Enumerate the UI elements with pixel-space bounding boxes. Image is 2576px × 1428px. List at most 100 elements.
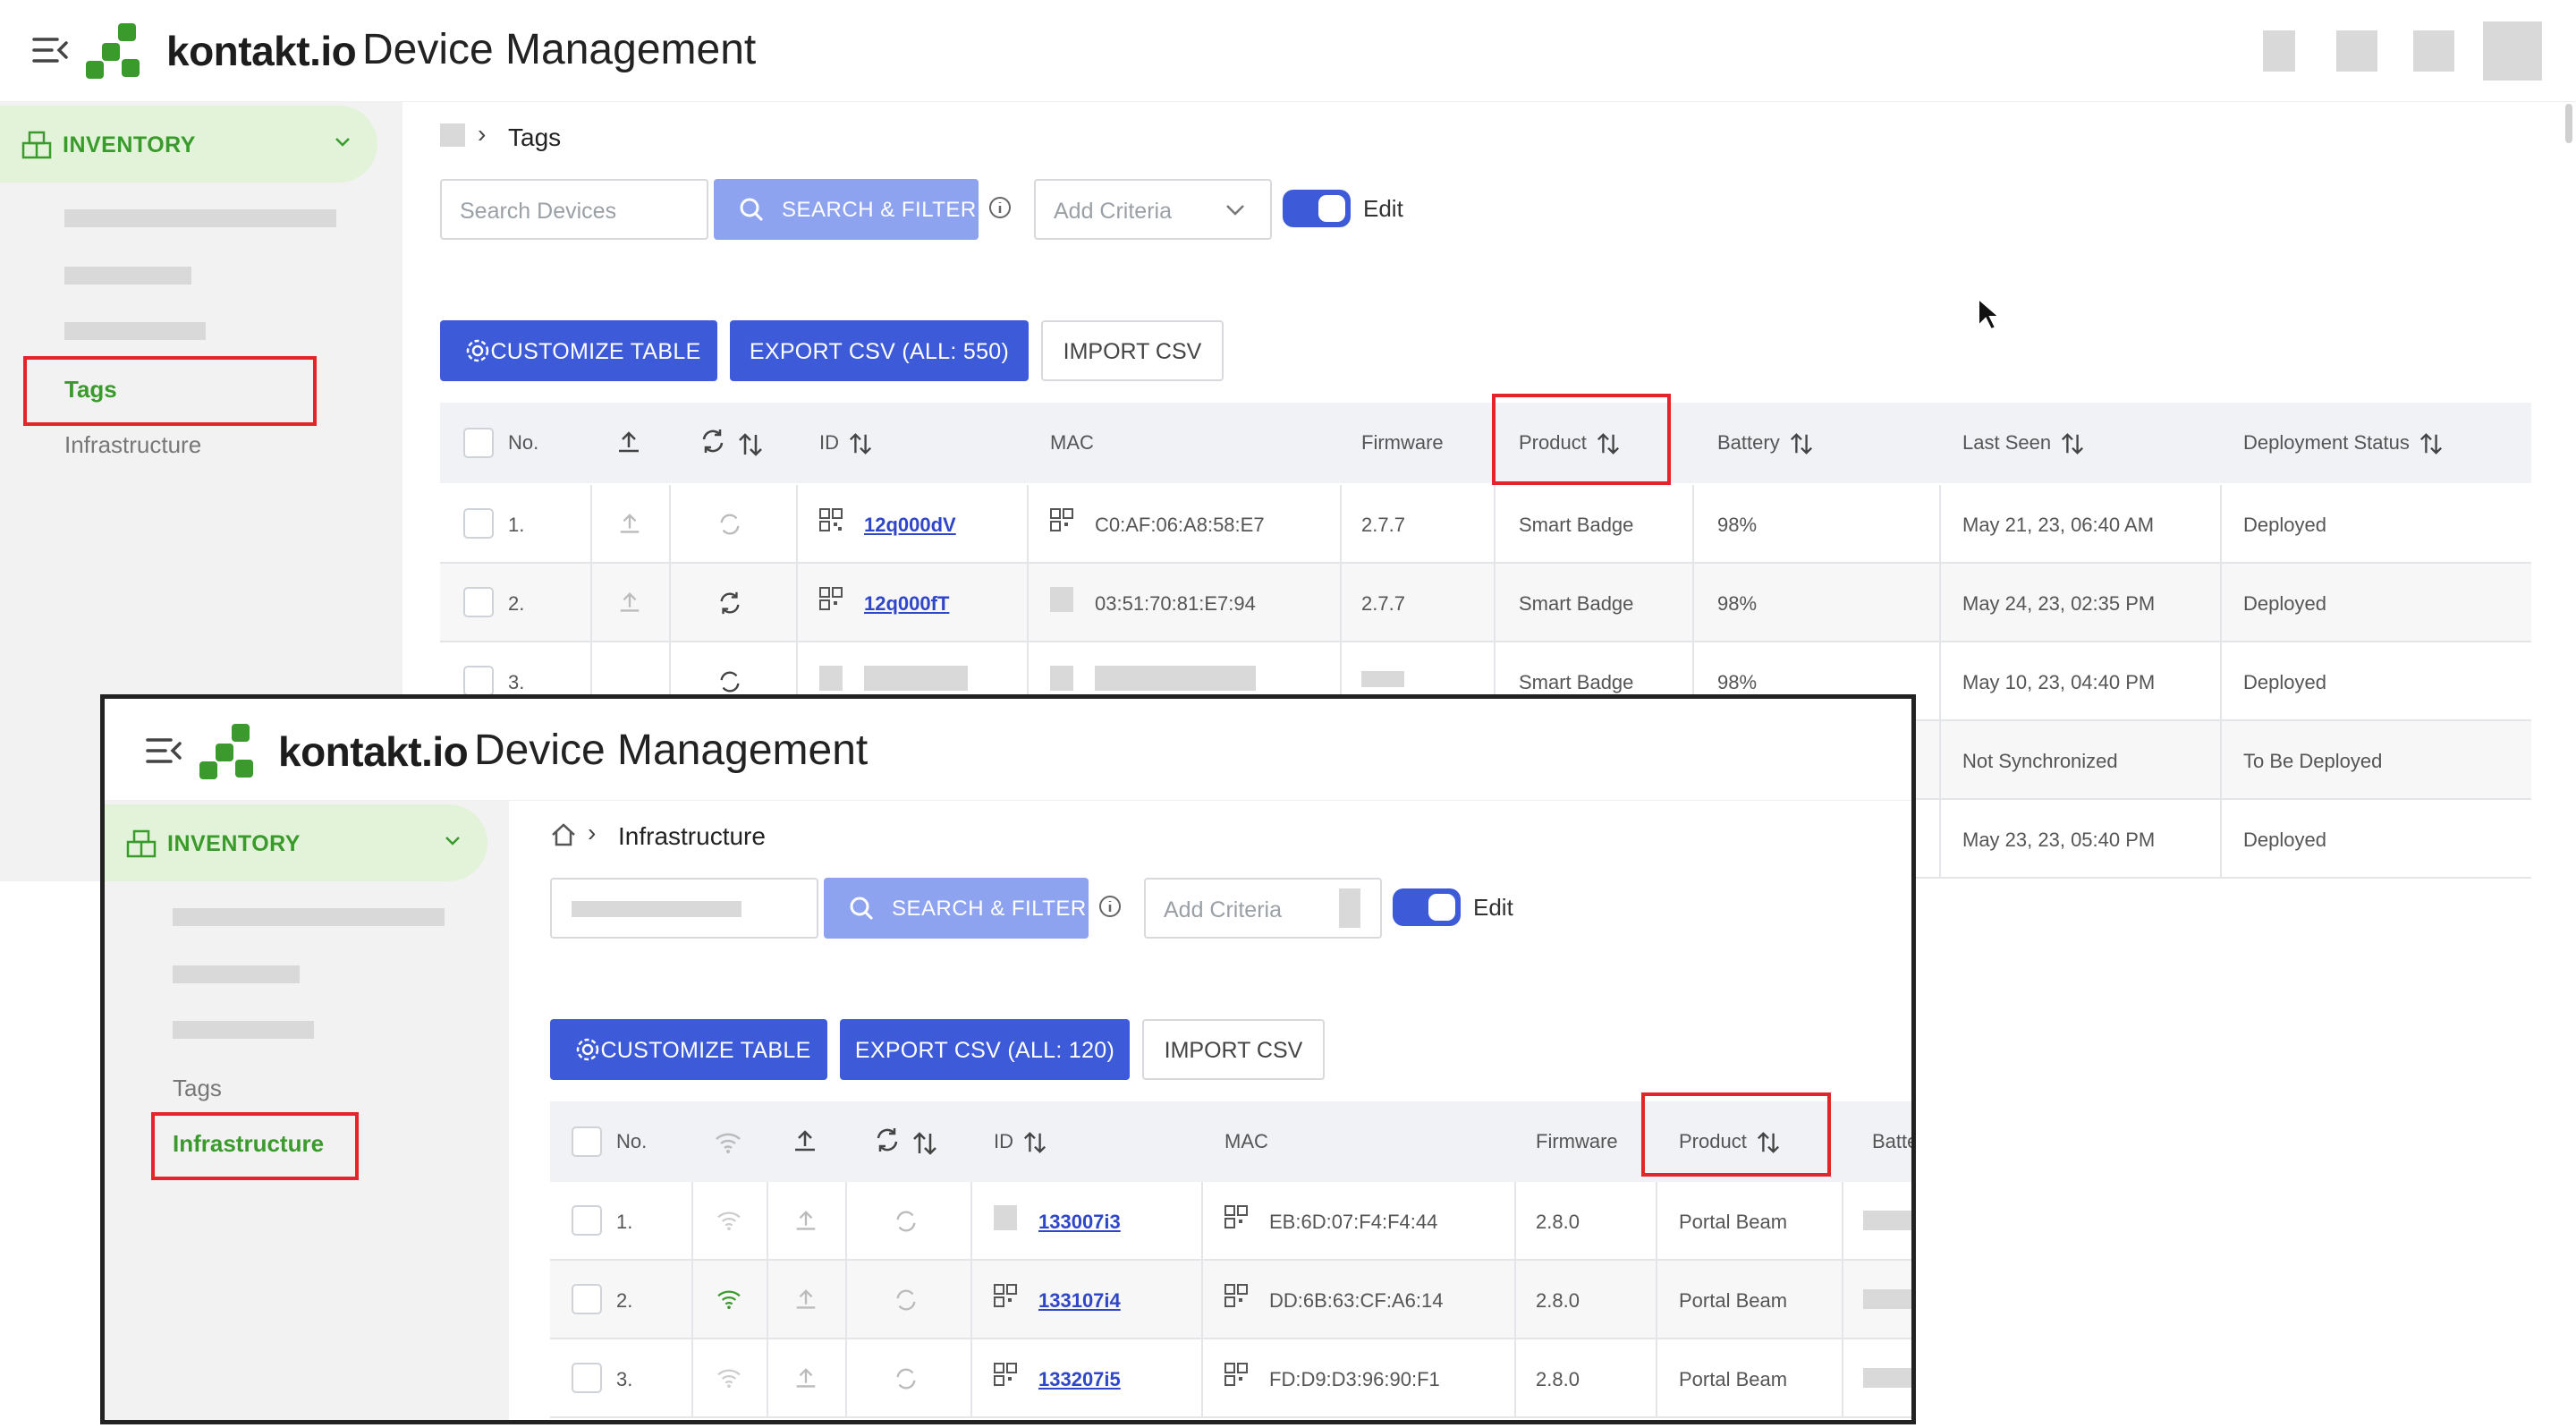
cell-id-link[interactable]: 12q000fT (864, 564, 949, 642)
inventory-section[interactable]: INVENTORY (0, 106, 377, 183)
qr-code-icon[interactable] (819, 508, 843, 531)
infrastructure-screen: kontakt.io Device Management INVENTORY T… (100, 694, 1916, 1424)
table-row[interactable]: 2. 133107i4 DD:6B:63:CF:A6:14 2.8.0 Port… (550, 1261, 1911, 1339)
sync-icon[interactable] (717, 512, 742, 537)
cell-firmware: 2.8.0 (1536, 1368, 1580, 1390)
cell-id-link[interactable]: 133207i5 (1038, 1339, 1121, 1418)
upload-icon[interactable] (793, 1288, 818, 1313)
top-bar: kontakt.io Device Management (105, 699, 1911, 801)
column-header-id[interactable]: ID (819, 403, 873, 483)
qr-code-icon[interactable] (819, 587, 843, 610)
header-action-3[interactable] (2413, 30, 2454, 72)
row-checkbox[interactable] (463, 666, 494, 696)
table-row[interactable]: 1. 133007i3 EB:6D:07:F4:F4:44 2.8.0 Port… (550, 1182, 1911, 1261)
info-icon[interactable] (987, 195, 1013, 220)
qr-code-icon[interactable] (1224, 1205, 1248, 1228)
qr-code-icon[interactable] (994, 1284, 1017, 1307)
select-all-checkbox[interactable] (463, 428, 494, 458)
export-csv-button[interactable]: EXPORT CSV (ALL: 120) (840, 1019, 1130, 1080)
sidebar-item-placeholder[interactable] (173, 908, 445, 926)
import-csv-button[interactable]: IMPORT CSV (1142, 1019, 1325, 1080)
qr-code-icon[interactable] (1050, 508, 1073, 531)
customize-table-button[interactable]: CUSTOMIZE TABLE (440, 320, 717, 381)
edit-toggle[interactable] (1283, 190, 1351, 227)
table-row[interactable]: 1. 12q000dV C0:AF:06:A8:58:E7 2.7.7 Smar… (440, 485, 2531, 564)
column-header-id-label: ID (819, 431, 839, 454)
cell-last-seen: May 21, 23, 06:40 AM (1962, 514, 2155, 536)
sort-icon[interactable] (2419, 431, 2444, 456)
column-header-id[interactable]: ID (994, 1101, 1047, 1182)
qr-code-icon[interactable] (994, 1363, 1017, 1386)
inventory-section[interactable]: INVENTORY (105, 804, 487, 881)
sync-icon[interactable] (894, 1288, 919, 1313)
search-filter-button[interactable]: SEARCH & FILTER (714, 179, 979, 240)
breadcrumb-current: Infrastructure (618, 822, 766, 850)
select-all-checkbox[interactable] (572, 1126, 602, 1157)
sidebar-item-placeholder[interactable] (64, 267, 191, 285)
import-csv-button[interactable]: IMPORT CSV (1041, 320, 1224, 381)
battery-placeholder (1863, 1289, 1911, 1309)
sync-icon[interactable] (717, 591, 742, 616)
search-filter-button[interactable]: SEARCH & FILTER (824, 878, 1089, 939)
user-avatar[interactable] (2483, 21, 2542, 81)
cell-id-link[interactable]: 133007i3 (1038, 1182, 1121, 1261)
table-row[interactable]: 2. 12q000fT 03:51:70:81:E7:94 2.7.7 Smar… (440, 564, 2531, 642)
upload-icon[interactable] (617, 512, 642, 537)
sort-icon[interactable] (737, 431, 764, 458)
qr-code-icon[interactable] (1224, 1363, 1248, 1386)
sidebar-item-placeholder[interactable] (64, 209, 336, 227)
edit-toggle[interactable] (1393, 888, 1461, 926)
column-header-last-seen[interactable]: Last Seen (1962, 403, 2085, 483)
row-checkbox[interactable] (463, 508, 494, 539)
chevron-down-icon (445, 837, 460, 846)
sort-icon[interactable] (911, 1130, 938, 1157)
search-filter-label: SEARCH & FILTER (782, 198, 977, 222)
customize-table-button[interactable]: CUSTOMIZE TABLE (550, 1019, 827, 1080)
upload-icon[interactable] (793, 1209, 818, 1234)
home-icon[interactable] (550, 822, 577, 847)
table-row[interactable]: 3. 133207i5 FD:D9:D3:96:90:F1 2.8.0 Port… (550, 1339, 1911, 1418)
upload-icon[interactable] (793, 1366, 818, 1391)
cell-id-link[interactable]: 133107i4 (1038, 1261, 1121, 1339)
column-header-firmware: Firmware (1361, 431, 1444, 454)
row-checkbox[interactable] (572, 1363, 602, 1393)
column-header-deployment-status[interactable]: Deployment Status (2243, 403, 2444, 483)
sort-icon[interactable] (2060, 431, 2085, 456)
column-header-no: No. (616, 1130, 648, 1152)
upload-icon[interactable] (617, 591, 642, 616)
sync-icon[interactable] (894, 1209, 919, 1234)
header-action-2[interactable] (2336, 30, 2377, 72)
sidebar-item-placeholder[interactable] (173, 965, 300, 983)
upload-icon (795, 1130, 815, 1152)
home-icon[interactable] (440, 123, 465, 147)
menu-collapse-icon[interactable] (146, 736, 182, 765)
breadcrumb-separator-icon: › (588, 819, 597, 846)
search-input[interactable]: Search Devices (440, 179, 708, 240)
row-checkbox[interactable] (572, 1205, 602, 1236)
id-icon-placeholder (994, 1205, 1017, 1230)
cell-battery: 98% (1717, 592, 1758, 615)
sidebar-item-placeholder[interactable] (173, 1021, 314, 1039)
header-action-1[interactable] (2263, 30, 2295, 72)
sort-icon[interactable] (1789, 431, 1814, 456)
info-icon[interactable] (1097, 894, 1123, 919)
menu-collapse-icon[interactable] (32, 36, 68, 64)
column-header-battery[interactable]: Battery (1717, 403, 1814, 483)
sync-icon[interactable] (894, 1366, 919, 1391)
search-input[interactable] (550, 878, 818, 939)
row-checkbox[interactable] (572, 1284, 602, 1314)
sync-icon[interactable] (717, 669, 742, 694)
sidebar-item-tags[interactable]: Tags (173, 1075, 222, 1102)
sidebar-item-infrastructure[interactable]: Infrastructure (64, 431, 201, 459)
qr-code-icon[interactable] (1224, 1284, 1248, 1307)
row-checkbox[interactable] (463, 587, 494, 617)
brand-name: kontakt.io (278, 728, 469, 775)
cell-battery: 98% (1717, 514, 1758, 536)
sidebar-item-placeholder[interactable] (64, 322, 206, 340)
cell-id-link[interactable]: 12q000dV (864, 485, 956, 564)
wifi-icon (717, 1369, 741, 1388)
export-csv-button[interactable]: EXPORT CSV (ALL: 550) (730, 320, 1029, 381)
sort-icon[interactable] (848, 431, 873, 456)
sort-icon[interactable] (1022, 1130, 1047, 1155)
scrollbar[interactable] (2565, 104, 2572, 143)
